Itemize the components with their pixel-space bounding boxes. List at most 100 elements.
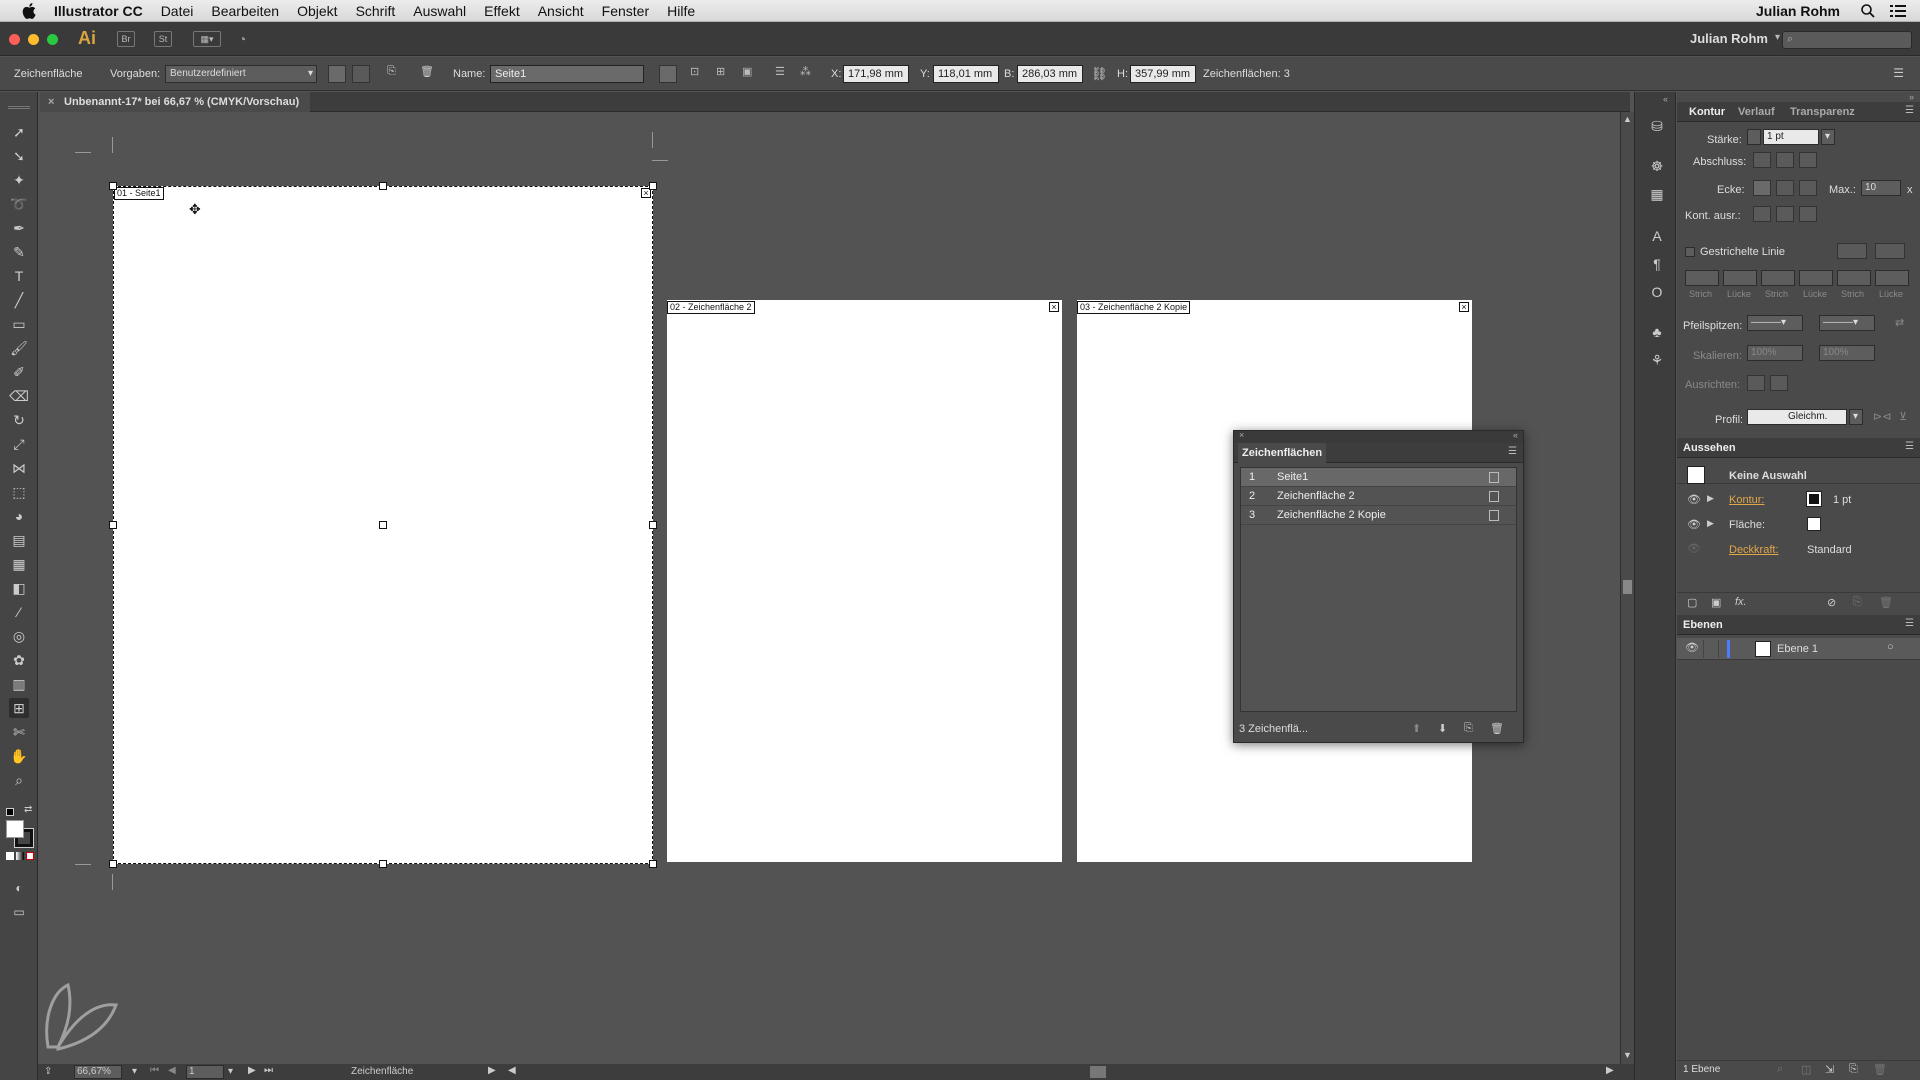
perspective-grid-tool-icon[interactable]: ▤ bbox=[9, 530, 29, 550]
apple-icon[interactable] bbox=[20, 1, 40, 21]
gradient-mode-icon[interactable] bbox=[16, 852, 24, 860]
scale-tool-icon[interactable]: ⤢ bbox=[9, 434, 29, 454]
expand-triangle-icon[interactable]: ▶ bbox=[1707, 518, 1714, 529]
gap-3-input[interactable] bbox=[1875, 270, 1909, 286]
scroll-thumb[interactable] bbox=[1623, 580, 1632, 594]
symbol-sprayer-tool-icon[interactable]: ✿ bbox=[9, 650, 29, 670]
add-stroke-icon[interactable]: ▢ bbox=[1687, 596, 1697, 609]
y-input[interactable]: 118,01 mm bbox=[933, 65, 999, 83]
menu-bearbeiten[interactable]: Bearbeiten bbox=[211, 3, 279, 19]
color-mode-icon[interactable] bbox=[6, 852, 14, 860]
menu-effekt[interactable]: Effekt bbox=[484, 3, 520, 19]
curvature-tool-icon[interactable]: ✎ bbox=[9, 242, 29, 262]
panel-menu-icon[interactable]: ☰ bbox=[1893, 66, 1904, 80]
miter-join-button[interactable] bbox=[1753, 180, 1771, 196]
tab-aussehen[interactable]: Aussehen bbox=[1683, 438, 1736, 458]
stroke-weight-input[interactable]: 1 pt bbox=[1763, 129, 1819, 145]
eyedropper-tool-icon[interactable]: ⁄ bbox=[9, 602, 29, 622]
menu-auswahl[interactable]: Auswahl bbox=[413, 3, 466, 19]
align-inside-button[interactable] bbox=[1776, 206, 1794, 222]
magic-wand-tool-icon[interactable]: ✦ bbox=[9, 170, 29, 190]
round-join-button[interactable] bbox=[1776, 180, 1794, 196]
new-artboard-button[interactable]: ⎘ bbox=[387, 65, 405, 83]
spotlight-search-icon[interactable] bbox=[1860, 3, 1876, 19]
vertical-scrollbar[interactable]: ▲ ▼ bbox=[1620, 112, 1634, 1064]
hand-tool-icon[interactable]: ✋ bbox=[9, 746, 29, 766]
slice-tool-icon[interactable]: ✄ bbox=[9, 722, 29, 742]
artboard-options-button[interactable]: ☰ bbox=[775, 65, 793, 83]
end-scale-input[interactable]: 100% bbox=[1819, 345, 1875, 361]
graphic-styles-panel-icon[interactable]: ⚘ bbox=[1647, 350, 1667, 370]
pen-tool-icon[interactable]: ✒ bbox=[9, 218, 29, 238]
notification-list-icon[interactable] bbox=[1890, 4, 1906, 18]
screen-mode-icon[interactable]: ▭ bbox=[9, 902, 29, 922]
menu-objekt[interactable]: Objekt bbox=[297, 3, 337, 19]
resize-handle-s[interactable] bbox=[379, 860, 387, 868]
minimize-window-button[interactable] bbox=[28, 34, 39, 45]
x-input[interactable]: 171,98 mm bbox=[843, 65, 909, 83]
opacity-attribute-link[interactable]: Deckkraft: bbox=[1729, 544, 1779, 556]
previous-artboard-icon[interactable]: ◀ bbox=[168, 1065, 176, 1076]
rotate-tool-icon[interactable]: ↻ bbox=[9, 410, 29, 430]
blend-tool-icon[interactable]: ◎ bbox=[9, 626, 29, 646]
resize-handle-nw[interactable] bbox=[109, 182, 117, 190]
stroke-weight-dropdown[interactable]: ▾ bbox=[1821, 129, 1835, 145]
brushes-panel-icon[interactable]: ☸ bbox=[1647, 156, 1667, 176]
delete-artboard-3-icon[interactable]: × bbox=[1459, 302, 1469, 312]
gap-1-input[interactable] bbox=[1723, 270, 1757, 286]
round-cap-button[interactable] bbox=[1776, 152, 1794, 168]
fill-swatch[interactable] bbox=[1807, 517, 1821, 531]
stroke-swatch[interactable] bbox=[1806, 491, 1822, 507]
scroll-left-icon[interactable]: ◀ bbox=[508, 1065, 516, 1076]
start-arrowhead-dropdown[interactable]: ———▾ bbox=[1747, 315, 1803, 331]
panel-grip[interactable] bbox=[8, 106, 30, 109]
add-fill-icon[interactable]: ▣ bbox=[1711, 596, 1721, 609]
free-transform-tool-icon[interactable]: ⬚ bbox=[9, 482, 29, 502]
swatches-panel-icon[interactable]: ▦ bbox=[1647, 184, 1667, 204]
locate-object-icon[interactable]: ⌕ bbox=[1777, 1063, 1783, 1076]
search-help-input[interactable]: ⌕ bbox=[1782, 31, 1912, 49]
rectangle-tool-icon[interactable]: ▭ bbox=[9, 314, 29, 334]
collapse-dock-icon[interactable]: » bbox=[1909, 92, 1914, 102]
libraries-panel-icon[interactable]: ⛁ bbox=[1647, 116, 1667, 136]
dash-3-input[interactable] bbox=[1837, 270, 1871, 286]
swap-colors-icon[interactable]: ⇄ bbox=[24, 804, 32, 815]
artboard-label-1[interactable]: 01 - Seite1 bbox=[114, 187, 164, 200]
resize-handle-e[interactable] bbox=[649, 521, 657, 529]
swap-arrowheads-icon[interactable]: ⇄ bbox=[1895, 316, 1904, 329]
artboard-label-3[interactable]: 03 - Zeichenfläche 2 Kopie bbox=[1077, 301, 1191, 314]
artboard-label-2[interactable]: 02 - Zeichenfläche 2 bbox=[667, 301, 755, 314]
resize-handle-center[interactable] bbox=[379, 521, 387, 529]
resize-handle-n[interactable] bbox=[379, 182, 387, 190]
center-mark-button[interactable]: ⊡ bbox=[690, 65, 708, 83]
gap-2-input[interactable] bbox=[1799, 270, 1833, 286]
delete-item-icon[interactable]: 🗑 bbox=[1879, 596, 1893, 609]
link-proportions-icon[interactable]: ⛓ bbox=[1091, 66, 1108, 82]
resize-handle-w[interactable] bbox=[109, 521, 117, 529]
next-artboard-icon[interactable]: ▶ bbox=[248, 1065, 256, 1076]
artboard-row-1[interactable]: 1 Seite1 bbox=[1241, 468, 1516, 487]
artboards-panel-titlebar[interactable]: × « bbox=[1234, 430, 1523, 443]
make-clipping-mask-icon[interactable]: ◫ bbox=[1801, 1063, 1811, 1076]
arrow-tip-at-end-button[interactable] bbox=[1770, 375, 1788, 391]
artboard-2[interactable] bbox=[667, 300, 1062, 862]
tab-verlauf[interactable]: Verlauf bbox=[1738, 102, 1775, 122]
expand-triangle-icon[interactable]: ▶ bbox=[1707, 493, 1714, 504]
crosshair-button[interactable]: ⊞ bbox=[716, 65, 734, 83]
none-mode-icon[interactable] bbox=[26, 852, 34, 860]
stroke-weight-stepper[interactable] bbox=[1747, 129, 1761, 145]
clear-appearance-icon[interactable]: ⊘ bbox=[1827, 596, 1836, 609]
visibility-eye-icon[interactable]: 👁 bbox=[1687, 493, 1701, 506]
artboard-options-icon[interactable] bbox=[1489, 491, 1499, 502]
artboard-row-name[interactable]: Zeichenfläche 2 Kopie bbox=[1277, 506, 1386, 525]
menu-datei[interactable]: Datei bbox=[161, 3, 194, 19]
flip-along-icon[interactable]: ⊳⊲ bbox=[1873, 410, 1891, 423]
artboard-row-2[interactable]: 2 Zeichenfläche 2 bbox=[1241, 487, 1516, 506]
gradient-tool-icon[interactable]: ◧ bbox=[9, 578, 29, 598]
layer-name[interactable]: Ebene 1 bbox=[1777, 643, 1818, 655]
move-down-icon[interactable]: ⬇ bbox=[1438, 722, 1447, 735]
align-outside-button[interactable] bbox=[1799, 206, 1817, 222]
line-tool-icon[interactable]: ╱ bbox=[9, 290, 29, 310]
move-with-artboard-button[interactable] bbox=[659, 65, 677, 83]
visibility-eye-icon[interactable]: 👁 bbox=[1687, 542, 1701, 555]
